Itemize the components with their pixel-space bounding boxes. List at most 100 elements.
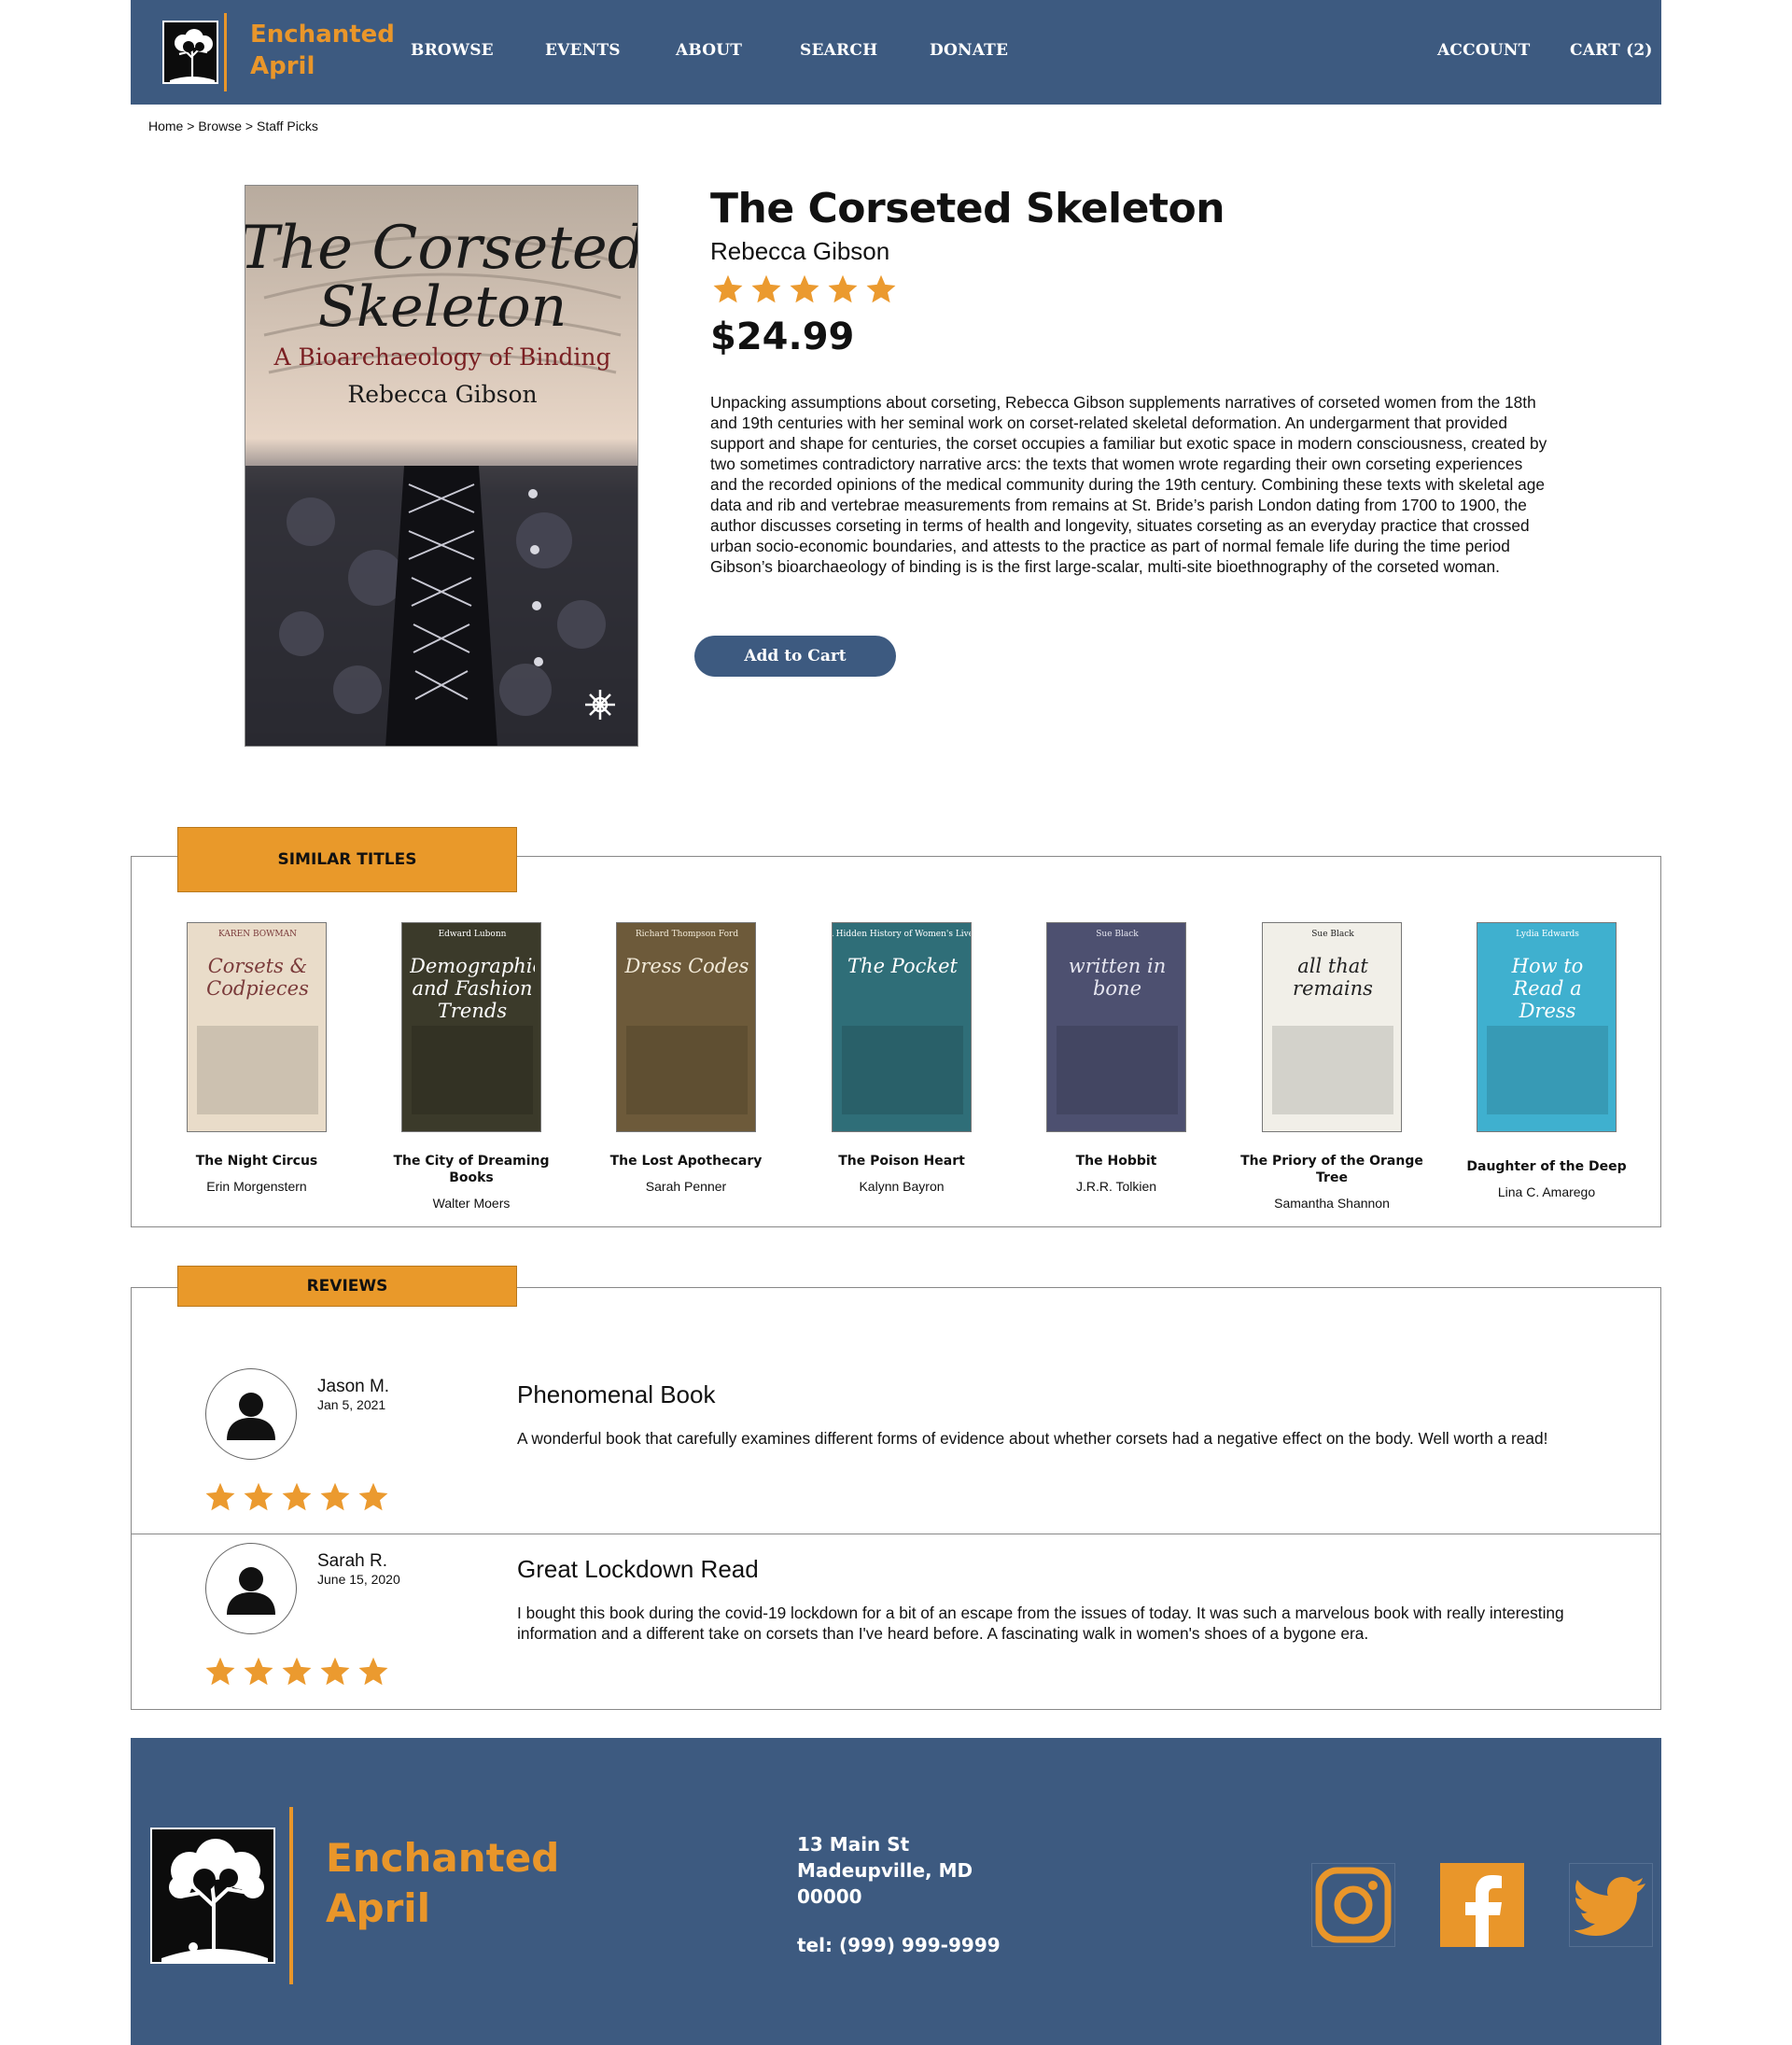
footer-phone[interactable]: tel: (999) 999-9999 [797,1934,1001,1956]
similar-book-author: Erin Morgenstern [206,1179,307,1194]
similar-book-title[interactable]: The Lost Apothecary [593,1153,779,1170]
facebook-icon[interactable] [1440,1863,1524,1947]
reviews-tab: REVIEWS [177,1266,517,1307]
breadcrumb-home[interactable]: Home [148,119,183,133]
star-icon [280,1480,314,1514]
breadcrumb: Home > Browse > Staff Picks [148,119,318,133]
similar-book-title[interactable]: The Priory of the Orange Tree [1239,1153,1425,1186]
similar-book-cover[interactable]: Sue Black all that remains [1262,922,1402,1132]
similar-book-cover[interactable]: KAREN BOWMAN Corsets & Codpieces [187,922,327,1132]
svg-text:The Corseted: The Corseted [245,214,638,283]
review-body: I bought this book during the covid-19 l… [517,1604,1564,1643]
star-icon [357,1480,390,1514]
similar-book-card[interactable]: A Hidden History of Women's Lives The Poc… [808,922,995,1194]
nav-cart[interactable]: CART (2) [1570,41,1653,60]
address-city: Madeupville, MD [797,1859,973,1882]
svg-text:Rebecca Gibson: Rebecca Gibson [347,381,537,408]
add-to-cart-button[interactable]: Add to Cart [694,636,896,677]
svg-text:Edward Lubonn: Edward Lubonn [439,930,507,939]
product-author[interactable]: Rebecca Gibson [710,237,889,266]
similar-book-card[interactable]: KAREN BOWMAN Corsets & Codpieces The Night… [163,922,350,1194]
footer-brand[interactable]: Enchanted April [326,1833,559,1934]
star-icon [357,1655,390,1688]
user-avatar-icon [205,1368,297,1460]
site-footer: Enchanted April 13 Main St Madeupville, … [131,1738,1661,2045]
svg-text:Richard Thompson Ford: Richard Thompson Ford [636,930,738,939]
similar-book-cover[interactable]: Richard Thompson Ford Dress Codes [616,922,756,1132]
brand-line-2: April [250,52,315,80]
similar-book-card[interactable]: Richard Thompson Ford Dress Codes The Lost… [593,922,779,1194]
breadcrumb-separator: > [245,119,254,133]
nav-search[interactable]: SEARCH [800,41,877,60]
review-headline: Phenomenal Book [517,1380,716,1408]
brand-line-2: April [326,1885,431,1931]
star-icon [826,273,860,306]
similar-book-cover[interactable]: Edward LubonnDemographics and Fashion Tr… [401,922,541,1132]
similar-book-cover[interactable]: Lydia Edwards How to Read a Dress [1477,922,1617,1132]
similar-book-title[interactable]: The City of Dreaming Books [378,1153,565,1186]
brand-line-1: Enchanted [250,21,395,49]
star-icon [864,273,898,306]
star-icon [318,1480,352,1514]
tree-logo-icon[interactable] [150,1828,275,1964]
header-brand[interactable]: Enchanted April [250,19,395,82]
similar-book-author: Sarah Penner [645,1179,727,1194]
similar-book-author: Samantha Shannon [1274,1196,1390,1211]
review-date: Jan 5, 2021 [317,1397,386,1412]
nav-about[interactable]: ABOUT [676,41,742,60]
star-icon [318,1655,352,1688]
nav-account[interactable]: ACCOUNT [1437,41,1530,60]
footer-address: 13 Main St Madeupville, MD 00000 [797,1831,973,1910]
svg-text:Sue Black: Sue Black [1311,930,1354,939]
similar-book-author: Kalynn Bayron [859,1179,945,1194]
similar-book-author: J.R.R. Tolkien [1075,1179,1157,1194]
similar-book-card[interactable]: Lydia Edwards How to Read a Dress Daughter… [1453,922,1640,1199]
star-icon [280,1655,314,1688]
book-cover-image: The Corseted Skeleton A Bioarchaeology o… [245,185,638,747]
svg-text:A Hidden History of Women's Li: A Hidden History of Women's Lives [833,930,972,939]
nav-events[interactable]: EVENTS [545,41,621,60]
similar-book-card[interactable]: Sue Black written in bone The Hobbit J.R.R.… [1023,922,1210,1194]
nav-donate[interactable]: DONATE [930,41,1008,60]
product-rating-stars [711,273,903,306]
svg-text:KAREN BOWMAN: KAREN BOWMAN [218,930,297,939]
similar-book-cover[interactable]: A Hidden History of Women's Lives The Poc… [832,922,972,1132]
review-date: June 15, 2020 [317,1572,400,1587]
tree-logo-icon[interactable] [162,21,218,84]
star-icon [711,273,745,306]
similar-book-title[interactable]: Daughter of the Deep [1453,1158,1640,1175]
similar-book-cover[interactable]: Sue Black written in bone [1046,922,1186,1132]
footer-divider [289,1807,293,1984]
similar-book-card[interactable]: Sue Black all that remains The Priory of t… [1239,922,1425,1211]
star-icon [749,273,783,306]
star-icon [242,1655,275,1688]
instagram-icon[interactable] [1311,1863,1395,1947]
similar-book-title[interactable]: The Hobbit [1023,1153,1210,1170]
product-description: Unpacking assumptions about corseting, R… [710,393,1547,576]
star-icon [788,273,821,306]
header-divider [224,13,227,91]
star-icon [242,1480,275,1514]
site-header: Enchanted April BROWSE EVENTS ABOUT SEAR… [131,0,1661,105]
similar-book-author: Lina C. Amarego [1497,1184,1596,1199]
review-headline: Great Lockdown Read [517,1555,759,1583]
svg-text:A Bioarchaeology of Binding: A Bioarchaeology of Binding [273,343,610,371]
brand-line-1: Enchanted [326,1835,560,1881]
breadcrumb-browse[interactable]: Browse [198,119,242,133]
user-avatar-icon [205,1543,297,1634]
address-zip: 00000 [797,1885,862,1908]
review-rating-stars [203,1480,395,1514]
similar-book-card[interactable]: Edward LubonnDemographics and Fashion Tr… [378,922,565,1211]
review-rating-stars [203,1655,395,1688]
similar-titles-tab: SIMILAR TITLES [177,827,517,892]
reviewer-name: Sarah R. [317,1551,387,1571]
svg-text:Skeleton: Skeleton [318,274,567,340]
review-body: A wonderful book that carefully examines… [517,1429,1548,1448]
twitter-icon[interactable] [1569,1863,1653,1947]
breadcrumb-current[interactable]: Staff Picks [257,119,318,133]
nav-browse[interactable]: BROWSE [411,41,494,60]
similar-book-title[interactable]: The Poison Heart [808,1153,995,1170]
similar-book-title[interactable]: The Night Circus [163,1153,350,1170]
address-street: 13 Main St [797,1833,910,1856]
svg-text:Lydia Edwards: Lydia Edwards [1516,930,1579,939]
